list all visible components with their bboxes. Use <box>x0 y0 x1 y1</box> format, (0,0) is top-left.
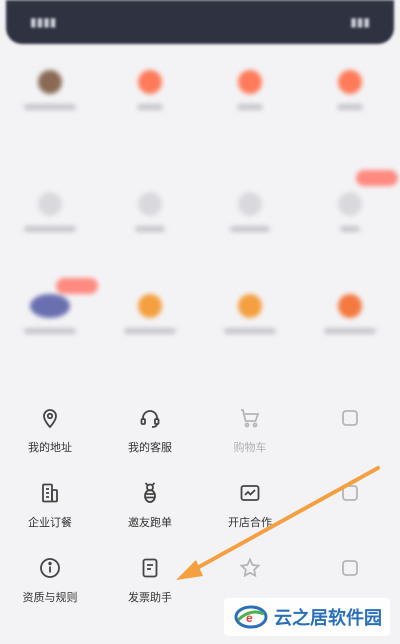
menu-label-cart: 购物车 <box>233 442 267 454</box>
blurred-item <box>100 70 200 110</box>
svg-text:e: e <box>246 611 253 625</box>
watermark-logo-icon: e <box>234 605 268 629</box>
blurred-item <box>0 192 100 232</box>
blurred-item <box>200 70 300 110</box>
header-bar: ▮▮▮▮ ▮▮▮ <box>6 0 394 44</box>
menu-item-friend-delivery[interactable]: 邀友跑单 <box>100 480 200 530</box>
blurred-item <box>0 70 100 110</box>
menu-item-cart[interactable]: 购物车 <box>200 405 300 455</box>
blurred-item <box>300 70 400 110</box>
menu-label-friend-delivery: 邀友跑单 <box>128 517 172 529</box>
invoice-icon <box>137 555 163 581</box>
star-icon <box>237 555 263 581</box>
blurred-item <box>100 192 200 232</box>
menu-label-customer-service: 我的客服 <box>128 442 172 454</box>
menu-label-address: 我的地址 <box>28 442 72 454</box>
menu-item-placeholder-1[interactable] <box>300 405 400 455</box>
menu-item-qualifications-rules[interactable]: 资质与规则 <box>0 555 100 605</box>
watermark: e 云之居软件园 <box>224 598 390 636</box>
menu-item-customer-service[interactable]: 我的客服 <box>100 405 200 455</box>
menu-label-open-store: 开店合作 <box>228 517 272 529</box>
bee-runner-icon <box>137 480 163 506</box>
menu-label-corporate-order: 企业订餐 <box>28 517 72 529</box>
menu-label-invoice-assistant: 发票助手 <box>128 592 172 604</box>
info-circle-icon <box>37 555 63 581</box>
blurred-item <box>200 294 300 334</box>
generic-icon <box>337 480 363 506</box>
location-pin-icon <box>37 405 63 431</box>
generic-icon <box>337 555 363 581</box>
menu-row-1: 我的地址 我的客服 购物车 <box>0 405 400 455</box>
blurred-content <box>0 50 400 390</box>
store-cooperation-icon <box>237 480 263 506</box>
generic-icon <box>337 405 363 431</box>
menu-item-address[interactable]: 我的地址 <box>0 405 100 455</box>
headset-icon <box>137 405 163 431</box>
header-right-text: ▮▮▮ <box>350 15 370 29</box>
menu-item-invoice-assistant[interactable]: 发票助手 <box>100 555 200 605</box>
blurred-item <box>300 192 400 232</box>
blurred-item <box>0 294 100 334</box>
watermark-text: 云之居软件园 <box>274 608 382 628</box>
menu-row-2: 企业订餐 邀友跑单 开店合作 <box>0 480 400 530</box>
corporate-order-icon <box>37 480 63 506</box>
blurred-item <box>200 192 300 232</box>
menu-item-corporate-order[interactable]: 企业订餐 <box>0 480 100 530</box>
shopping-cart-icon <box>237 405 263 431</box>
menu-label-qualifications-rules: 资质与规则 <box>22 592 78 604</box>
menu-item-open-store[interactable]: 开店合作 <box>200 480 300 530</box>
menu-item-placeholder-2[interactable] <box>300 480 400 530</box>
blurred-item <box>100 294 200 334</box>
blurred-item <box>300 294 400 334</box>
header-left-text: ▮▮▮▮ <box>30 15 57 29</box>
